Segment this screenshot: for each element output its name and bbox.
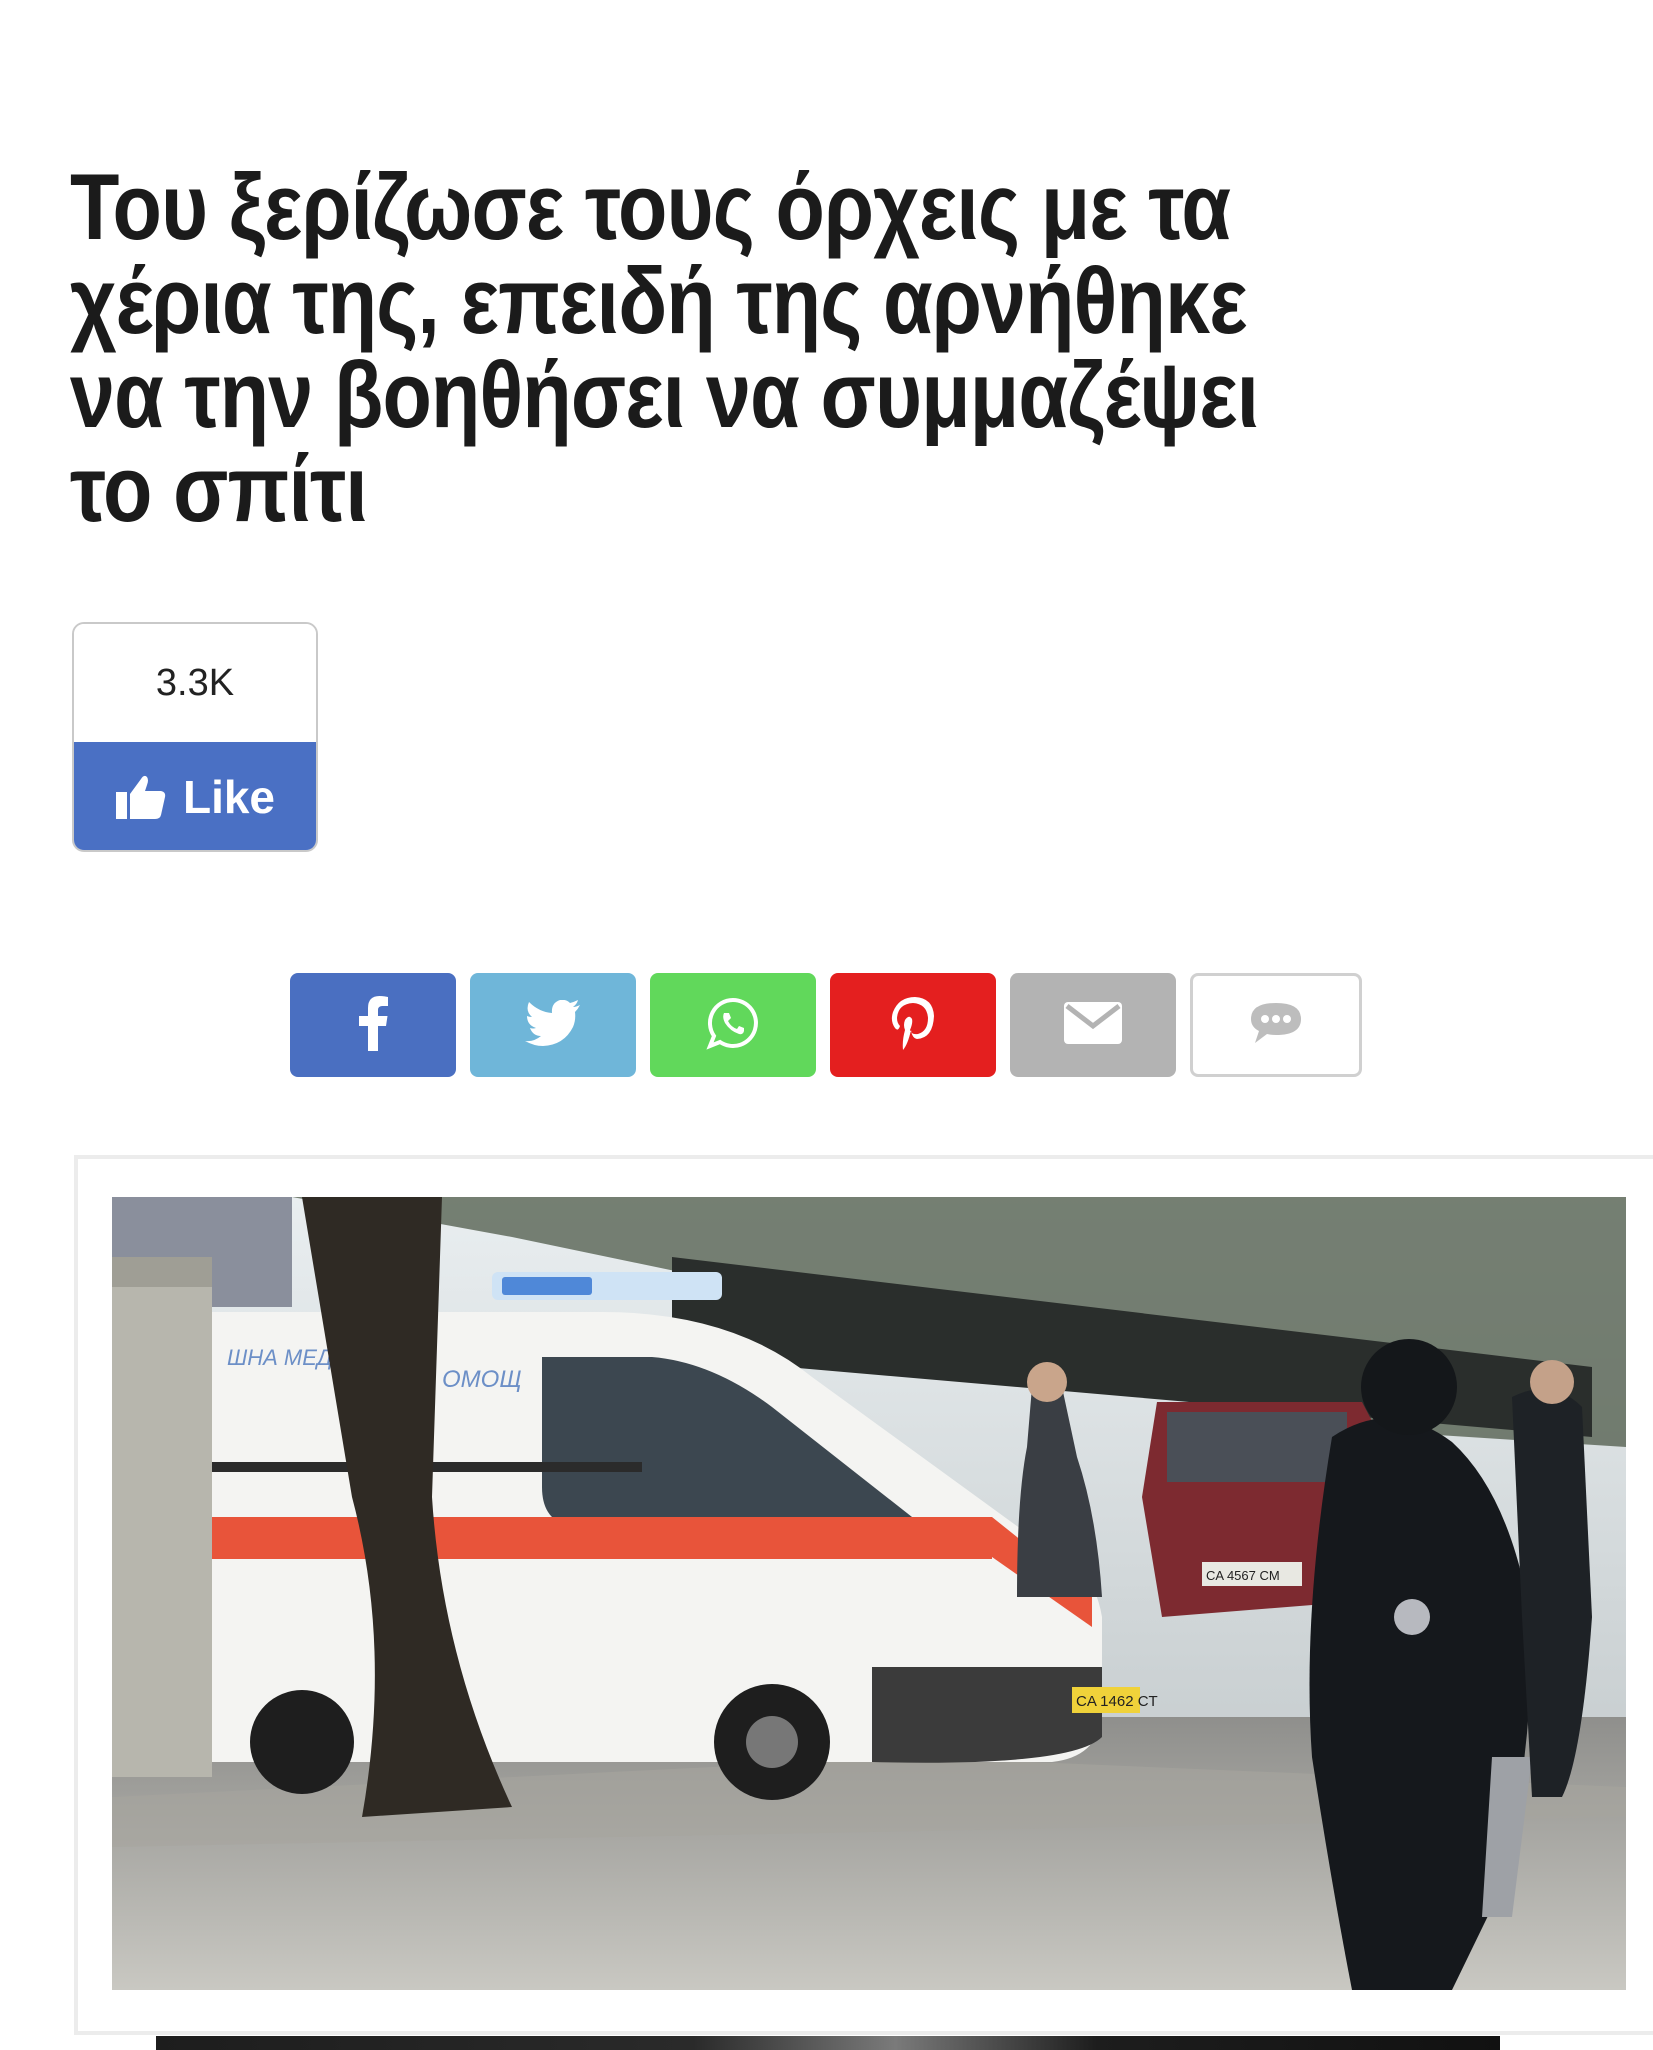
share-facebook-button[interactable]: [290, 973, 456, 1077]
car-plate: CA 4567 CM: [1206, 1568, 1280, 1583]
share-pinterest-button[interactable]: [830, 973, 996, 1077]
pinterest-icon: [891, 994, 935, 1057]
mail-icon: [1064, 1001, 1122, 1049]
ambulance-plate: CA 1462 CT: [1076, 1693, 1158, 1710]
facebook-like-button[interactable]: Like: [74, 742, 316, 850]
facebook-like-widget[interactable]: 3.3K Like: [72, 622, 318, 852]
ambulance-lettering-right: ОМОЩ: [442, 1366, 521, 1393]
thumbs-up-icon: [115, 774, 167, 820]
facebook-icon: [358, 995, 388, 1056]
twitter-icon: [525, 999, 581, 1051]
article-title: Του ξερίζωσε τους όρχεις με τα χέρια της…: [70, 154, 1259, 541]
article-photo: CA 1462 CT ШНА МЕД ОМОЩ CA 4567 CM: [112, 1197, 1626, 1990]
like-label: Like: [182, 771, 276, 823]
like-count: 3.3K: [74, 624, 316, 742]
share-whatsapp-button[interactable]: [650, 973, 816, 1077]
comment-button[interactable]: [1190, 973, 1362, 1077]
share-twitter-button[interactable]: [470, 973, 636, 1077]
whatsapp-icon: [706, 996, 760, 1055]
share-email-button[interactable]: [1010, 973, 1176, 1077]
comment-icon: [1249, 1001, 1303, 1050]
ambulance-lettering-left: ШНА МЕД: [227, 1345, 332, 1370]
